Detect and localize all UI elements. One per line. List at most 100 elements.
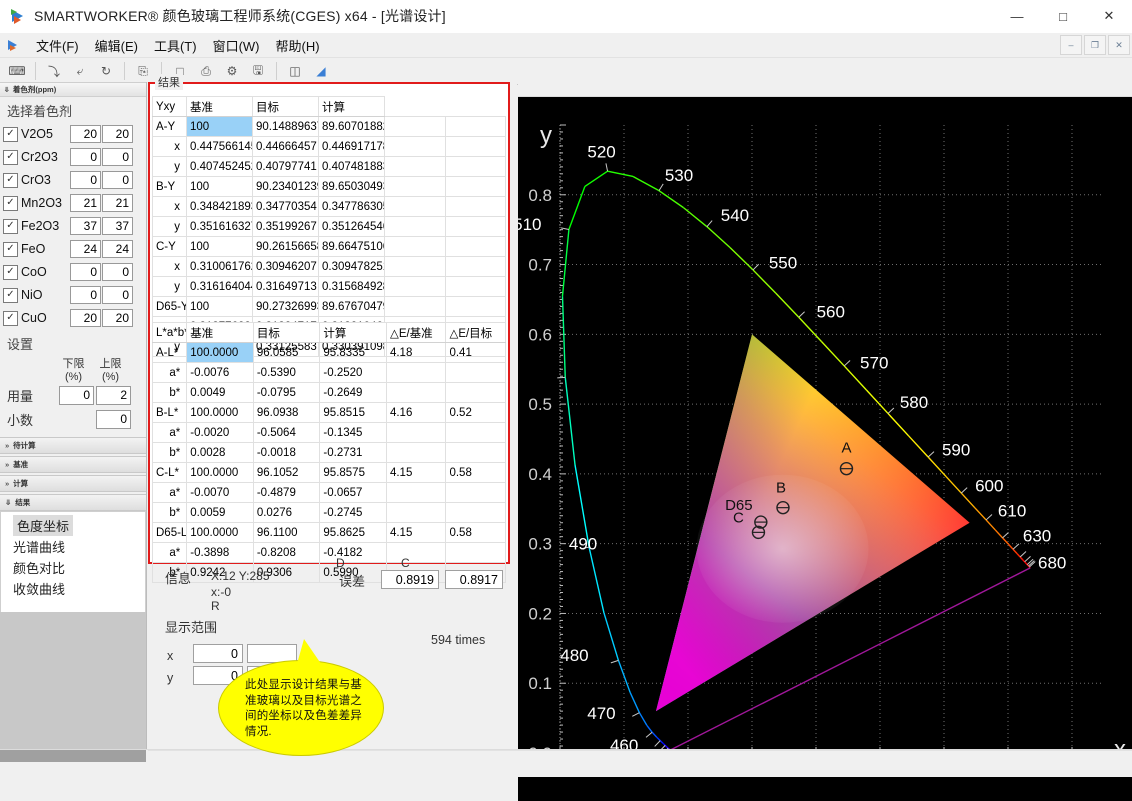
dosage-upper-input[interactable] [96, 386, 131, 405]
colorant-checkbox[interactable]: ✓ [3, 127, 18, 142]
cell-calc[interactable]: 0.315684928 [319, 277, 385, 297]
cell-target[interactable]: 0.0276 [253, 503, 320, 523]
cell-de-base[interactable]: 4.15 [386, 523, 446, 543]
redo-icon[interactable]: ⤶ [69, 60, 91, 82]
window-split-icon[interactable]: ◫ [284, 60, 306, 82]
table-row[interactable]: A-L*100.000096.058595.83354.180.41 [153, 343, 506, 363]
cell-target[interactable]: 90.23401239 [253, 177, 319, 197]
cell-de-base[interactable] [386, 383, 446, 403]
table-row[interactable]: D65-Y10090.2732699389.67670479 [153, 297, 506, 317]
cell-calc[interactable]: -0.0657 [320, 483, 387, 503]
refresh-icon[interactable]: ↻ [95, 60, 117, 82]
cell-de-target[interactable] [446, 383, 506, 403]
cell-calc[interactable]: 0.309478251 [319, 257, 385, 277]
cell-target[interactable]: -0.0795 [253, 383, 320, 403]
decimal-input[interactable] [96, 410, 131, 429]
cell-calc[interactable]: 0.407481883 [319, 157, 385, 177]
chromaticity-diagram[interactable]: 4204604704804905105205305405505605705805… [518, 97, 1132, 801]
cell-calc[interactable]: 95.8335 [320, 343, 387, 363]
cell-calc[interactable]: -0.2520 [320, 363, 387, 383]
copy-icon[interactable]: ⎘ [132, 60, 154, 82]
cell-de-target[interactable]: 0.58 [446, 463, 506, 483]
colorant-checkbox[interactable]: ✓ [3, 288, 18, 303]
colorant-checkbox[interactable]: ✓ [3, 196, 18, 211]
dosage-lower-input[interactable] [59, 386, 94, 405]
cell-base[interactable]: -0.3898 [187, 543, 254, 563]
cell-target[interactable]: -0.5390 [253, 363, 320, 383]
cell-calc[interactable]: -0.2731 [320, 443, 387, 463]
settings-icon[interactable]: ⚙ [221, 60, 243, 82]
menu-item-help[interactable]: 帮助(H) [268, 34, 328, 57]
table-row[interactable]: a*-0.0020-0.5064-0.1345 [153, 423, 506, 443]
cell-target[interactable]: 96.1052 [253, 463, 320, 483]
cell-de-base[interactable] [386, 543, 446, 563]
cell-de-base[interactable]: 4.15 [386, 463, 446, 483]
colorant-value1-input[interactable] [70, 309, 101, 327]
colorant-panel-header[interactable]: ⤋ 着色剂(ppm) [0, 82, 146, 97]
cell-base[interactable]: 100 [187, 297, 253, 317]
x-min-input[interactable] [193, 644, 243, 663]
colorant-checkbox[interactable]: ✓ [3, 242, 18, 257]
cell-calc[interactable]: -0.4182 [320, 543, 387, 563]
cell-base[interactable]: 100.0000 [187, 523, 254, 543]
cell-calc[interactable]: 89.60701882 [319, 117, 385, 137]
cell-target[interactable]: -0.4879 [253, 483, 320, 503]
cell-target[interactable]: -0.5064 [253, 423, 320, 443]
cell-calc[interactable]: 89.67670479 [319, 297, 385, 317]
cell-base[interactable]: 100.0000 [187, 463, 254, 483]
colorant-value1-input[interactable] [70, 217, 101, 235]
colorant-value2-input[interactable] [102, 171, 133, 189]
error-c-input[interactable] [445, 570, 503, 589]
colorant-value2-input[interactable] [102, 240, 133, 258]
table-row[interactable]: B-L*100.000096.093895.85154.160.52 [153, 403, 506, 423]
cell-target[interactable]: 0.40797741 [253, 157, 319, 177]
cell-target[interactable]: 0.44666457 [253, 137, 319, 157]
colorant-value2-input[interactable] [102, 217, 133, 235]
cell-de-base[interactable]: 4.18 [386, 343, 446, 363]
mdi-minimize-button[interactable]: – [1060, 35, 1082, 55]
cell-base[interactable]: 0.0049 [187, 383, 254, 403]
table-row[interactable]: y0.3516163270.351992670.351264546 [153, 217, 506, 237]
cell-base[interactable]: 100 [187, 177, 253, 197]
cell-calc[interactable]: 95.8575 [320, 463, 387, 483]
cell-de-target[interactable] [446, 503, 506, 523]
cell-de-base[interactable]: 4.16 [386, 403, 446, 423]
cell-base[interactable]: 0.351616327 [187, 217, 253, 237]
cell-calc[interactable]: 89.66475106 [319, 237, 385, 257]
cell-target[interactable]: 96.1100 [253, 523, 320, 543]
error-d-input[interactable] [381, 570, 439, 589]
cell-base[interactable]: -0.0020 [187, 423, 254, 443]
cell-base[interactable]: 0.447566145 [187, 137, 253, 157]
cell-de-base[interactable] [386, 503, 446, 523]
menu-item-tools[interactable]: 工具(T) [146, 34, 205, 57]
cell-target[interactable]: -0.0018 [253, 443, 320, 463]
cell-calc[interactable]: 95.8515 [320, 403, 387, 423]
cell-calc[interactable]: 0.347786305 [319, 197, 385, 217]
colorant-value2-input[interactable] [102, 125, 133, 143]
save-icon[interactable]: 🖫 [247, 60, 269, 82]
cell-de-target[interactable] [446, 423, 506, 443]
colorant-value1-input[interactable] [70, 171, 101, 189]
cell-base[interactable]: 0.0059 [187, 503, 254, 523]
cell-de-base[interactable] [386, 363, 446, 383]
table-row[interactable]: A-Y10090.1488963789.60701882 [153, 117, 506, 137]
cell-base[interactable]: 0.407452452 [187, 157, 253, 177]
colorant-value1-input[interactable] [70, 148, 101, 166]
cell-base[interactable]: 0.316164044 [187, 277, 253, 297]
cell-target[interactable]: 96.0585 [253, 343, 320, 363]
cell-calc[interactable]: -0.2649 [320, 383, 387, 403]
table-row[interactable]: a*-0.0070-0.4879-0.0657 [153, 483, 506, 503]
colorant-value2-input[interactable] [102, 263, 133, 281]
cell-target[interactable]: 0.30946207 [253, 257, 319, 277]
cell-base[interactable]: 100.0000 [187, 343, 254, 363]
table-row[interactable]: y0.4074524520.407977410.407481883 [153, 157, 506, 177]
cell-base[interactable]: 0.0028 [187, 443, 254, 463]
result-item-color-compare[interactable]: 颜色对比 [1, 557, 145, 578]
cell-calc[interactable]: 89.65030493 [319, 177, 385, 197]
mdi-restore-button[interactable]: ❐ [1084, 35, 1106, 55]
cell-de-target[interactable]: 0.58 [446, 523, 506, 543]
colorant-value2-input[interactable] [102, 194, 133, 212]
colorant-checkbox[interactable]: ✓ [3, 311, 18, 326]
cell-base[interactable]: 100.0000 [187, 403, 254, 423]
cell-de-base[interactable] [386, 483, 446, 503]
